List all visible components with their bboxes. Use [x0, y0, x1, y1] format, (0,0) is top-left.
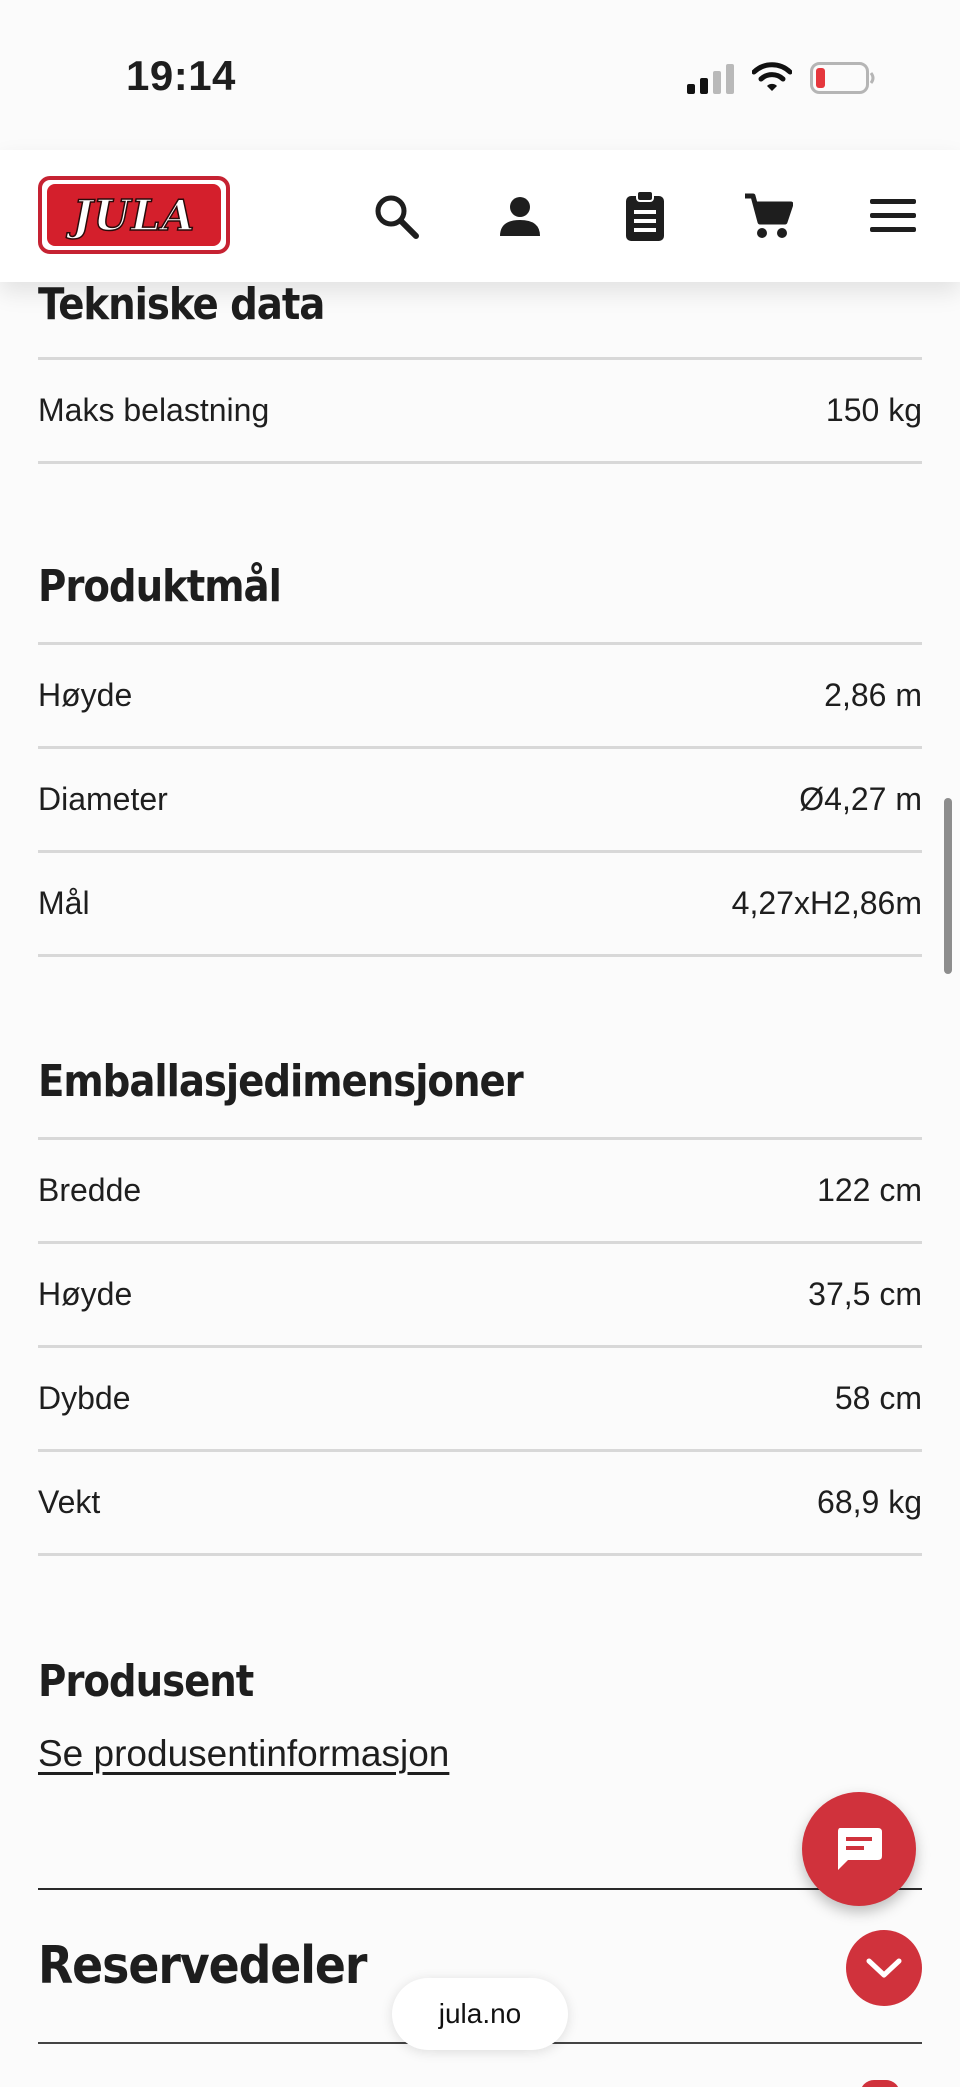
spec-label: Høyde — [38, 1276, 133, 1312]
spec-row: Dybde 58 cm — [38, 1348, 922, 1452]
tekniske-data-section: Tekniske data Maks belastning 150 kg — [38, 275, 922, 464]
spec-row: Maks belastning 150 kg — [38, 360, 922, 464]
section-title: Produktmål — [38, 561, 282, 612]
emballasje-section: Emballasjedimensjoner Bredde 122 cm Høyd… — [38, 1047, 922, 1556]
spec-label: Diameter — [38, 781, 168, 817]
site-header: JULA — [0, 150, 960, 282]
spec-value: 37,5 cm — [808, 1276, 922, 1312]
spec-value: 68,9 kg — [817, 1484, 922, 1520]
spec-row: Bredde 122 cm — [38, 1140, 922, 1244]
search-icon[interactable] — [368, 188, 424, 244]
spec-value: 2,86 m — [824, 677, 922, 713]
produsent-section: Produsent Se produsentinformasjon — [38, 1647, 922, 1775]
chat-button[interactable] — [802, 1792, 916, 1906]
cellular-signal-icon — [687, 64, 734, 94]
section-title: Produsent — [38, 1656, 254, 1707]
spec-label: Dybde — [38, 1380, 131, 1416]
browser-url-bar[interactable]: jula.no — [392, 1978, 568, 2050]
spec-value: 122 cm — [817, 1172, 922, 1208]
spec-label: Maks belastning — [38, 392, 270, 428]
section-title: Tekniske data — [38, 279, 325, 330]
spec-row: Høyde 37,5 cm — [38, 1244, 922, 1348]
produktmal-section: Produktmål Høyde 2,86 m Diameter Ø4,27 m… — [38, 552, 922, 957]
spec-value: 4,27xH2,86m — [731, 885, 922, 921]
spec-label: Vekt — [38, 1484, 101, 1520]
expand-button[interactable] — [846, 1930, 922, 2006]
account-icon[interactable] — [492, 188, 548, 244]
jula-logo[interactable]: JULA — [38, 176, 230, 254]
spec-label: Bredde — [38, 1172, 142, 1208]
spec-row: Høyde 2,86 m — [38, 645, 922, 749]
spec-label: Mål — [38, 885, 90, 921]
spec-row: Mål 4,27xH2,86m — [38, 853, 922, 957]
section-title: Emballasjedimensjoner — [38, 1056, 524, 1107]
spec-label: Høyde — [38, 677, 133, 713]
badge-peek — [860, 2080, 900, 2087]
spec-row: Diameter Ø4,27 m — [38, 749, 922, 853]
menu-icon[interactable] — [865, 188, 921, 244]
status-bar: 19:14 — [0, 0, 960, 150]
chat-icon — [838, 1828, 882, 1870]
logo-text: JULA — [72, 190, 196, 241]
spec-value: 150 kg — [825, 392, 922, 428]
scrollbar[interactable] — [944, 798, 952, 974]
chevron-down-icon — [866, 1958, 902, 1978]
cart-icon[interactable] — [740, 188, 796, 244]
url-text: jula.no — [438, 1998, 522, 2029]
manufacturer-info-link[interactable]: Se produsentinformasjon — [38, 1733, 449, 1774]
spec-value: 58 cm — [834, 1380, 922, 1416]
spec-row: Vekt 68,9 kg — [38, 1452, 922, 1556]
wifi-icon — [752, 62, 792, 91]
battery-low-icon — [810, 62, 875, 94]
spec-value: Ø4,27 m — [799, 781, 922, 817]
clock: 19:14 — [126, 52, 236, 99]
clipboard-list-icon[interactable] — [617, 188, 673, 244]
